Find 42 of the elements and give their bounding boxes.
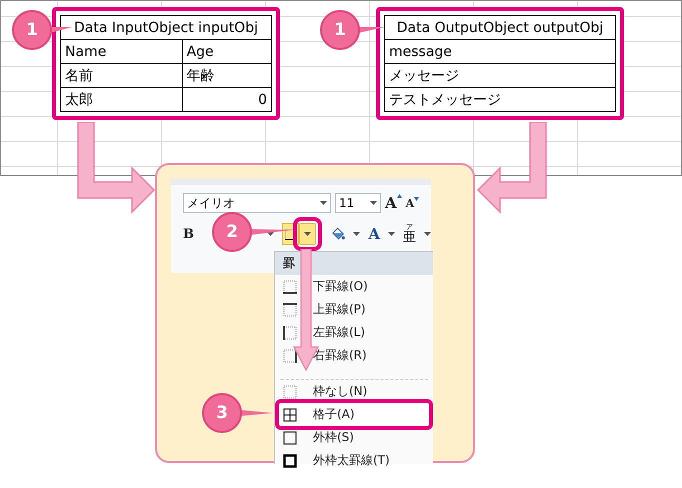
caret-icon	[370, 201, 377, 205]
font-size-field[interactable]: 11	[335, 193, 381, 213]
table-cell: メッセージ	[384, 64, 616, 88]
border-style-icon	[283, 408, 297, 422]
menu-item[interactable]: 格子(A)	[279, 403, 429, 426]
menu-item[interactable]: 上罫線(P)	[279, 298, 429, 321]
table-cell: Name	[60, 40, 182, 64]
border-style-icon	[283, 280, 297, 294]
table-cell: Age	[182, 40, 272, 64]
menu-header: 罫	[275, 252, 433, 275]
table-cell: 0	[182, 88, 272, 112]
border-style-icon	[283, 430, 297, 444]
grow-font-button[interactable]: A	[385, 194, 402, 212]
caret-icon	[353, 232, 360, 236]
paint-bucket-icon[interactable]	[330, 226, 346, 242]
border-style-icon	[283, 454, 297, 468]
menu-item[interactable]: 下罫線(O)	[279, 275, 429, 298]
border-style-icon	[283, 384, 297, 398]
caret-icon	[424, 232, 431, 236]
table-cell: message	[384, 40, 616, 64]
table-cell: 太郎	[60, 88, 182, 112]
down-triangle-icon	[414, 196, 420, 200]
menu-item[interactable]: 外枠太罫線(T)	[279, 449, 429, 472]
caret-icon	[388, 232, 395, 236]
up-triangle-icon	[396, 194, 402, 198]
leader-line	[240, 410, 273, 416]
menu-item[interactable]: 左罫線(L)	[279, 321, 429, 344]
table-title: Data InputObject inputObj	[60, 16, 272, 40]
leader-line	[250, 227, 292, 235]
caret-icon	[304, 232, 312, 236]
table-title: Data OutputObject outputObj	[384, 16, 616, 40]
bold-button[interactable]: B	[183, 226, 194, 242]
caret-icon	[320, 201, 327, 205]
table-cell: 年齢	[182, 64, 272, 88]
font-color-button[interactable]: A	[368, 225, 380, 243]
border-style-icon	[283, 326, 297, 340]
table-cell: テストメッセージ	[384, 88, 616, 112]
border-style-icon	[283, 302, 297, 316]
font-name-field[interactable]: メイリオ	[183, 193, 331, 213]
table-cell: 名前	[60, 64, 182, 88]
menu-item[interactable]: 外枠(S)	[279, 426, 429, 449]
shrink-font-button[interactable]: A	[406, 196, 420, 210]
